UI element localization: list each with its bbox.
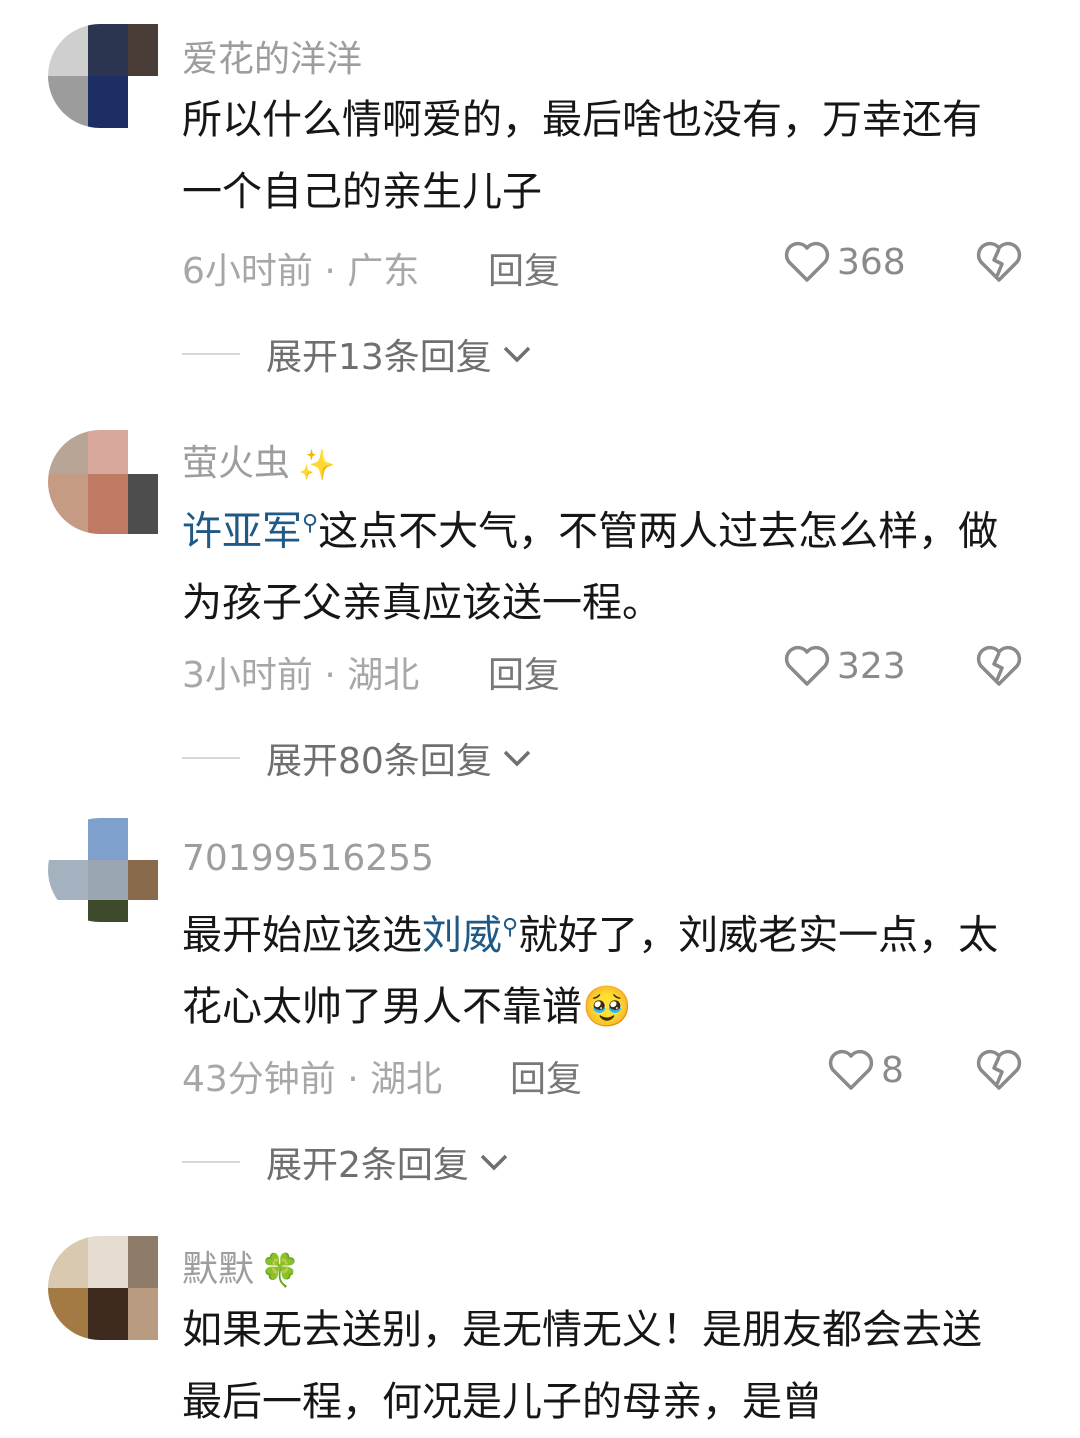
meta-separator: · (312, 251, 348, 292)
comment-time: 43分钟前 (182, 1059, 336, 1100)
username-text[interactable]: 萤火虫 (182, 443, 290, 484)
heart-outline-icon (828, 1049, 874, 1090)
like-count: 368 (837, 241, 906, 283)
broken-heart-icon (976, 645, 1022, 686)
expand-replies-button[interactable]: 展开13条回复 (182, 328, 534, 380)
avatar[interactable] (48, 24, 158, 128)
chevron-down-icon (503, 750, 531, 767)
expand-divider (182, 757, 240, 759)
comment-text-part: 如果无去送别，是无情无义！是朋友都会去送最后一程，何况是儿子的母亲，是曾 (182, 1307, 982, 1425)
avatar[interactable] (48, 1236, 158, 1340)
expand-divider (182, 1161, 240, 1163)
search-small-icon[interactable]: ⚲ (502, 915, 518, 940)
comment-text-part: 所以什么情啊爱的，最后啥也没有，万幸还有一个自己的亲生儿子 (182, 97, 982, 215)
comment-meta: 43分钟前 · 湖北 (182, 1050, 442, 1102)
reply-button[interactable]: 回复 (510, 1050, 582, 1102)
meta-separator: · (335, 1059, 371, 1100)
clover-icon: 🍀 (260, 1251, 300, 1289)
expand-replies-button[interactable]: 展开80条回复 (182, 732, 534, 784)
dislike-button[interactable] (975, 1048, 1023, 1096)
username-text[interactable]: 70199516255 (182, 838, 434, 879)
like-count: 8 (881, 1049, 904, 1091)
comment-text: 如果无去送别，是无情无义！是朋友都会去送最后一程，何况是儿子的母亲，是曾 (182, 1294, 1012, 1438)
expand-replies-button[interactable]: 展开2条回复 (182, 1136, 511, 1188)
expand-replies-label[interactable]: 展开80条回复 (266, 732, 492, 784)
avatar[interactable] (48, 818, 158, 922)
expand-divider (182, 353, 240, 355)
like-button[interactable]: 368 (783, 240, 906, 284)
chevron-down-icon (503, 346, 531, 363)
chevron-down-icon (480, 1154, 508, 1171)
comment-time: 3小时前 (182, 655, 313, 696)
dislike-button[interactable] (975, 644, 1023, 692)
mention-link[interactable]: 刘威 (422, 912, 502, 958)
reply-button[interactable]: 回复 (488, 646, 560, 698)
heart-outline-icon (784, 645, 830, 686)
expand-replies-label[interactable]: 展开2条回复 (266, 1136, 469, 1188)
dislike-button[interactable] (975, 240, 1023, 288)
like-count: 323 (837, 645, 906, 687)
broken-heart-icon (976, 241, 1022, 282)
search-small-icon[interactable]: ⚲ (302, 511, 318, 536)
username[interactable]: 70199516255 (182, 838, 434, 879)
like-button[interactable]: 323 (783, 644, 906, 688)
comment-location: 广东 (347, 251, 420, 292)
like-button[interactable]: 8 (827, 1048, 904, 1092)
crying-face-emoji: 🥹 (582, 984, 632, 1031)
username-text[interactable]: 默默 (182, 1249, 254, 1290)
mention-link[interactable]: 许亚军 (182, 508, 302, 554)
comment-text: 最开始应该选刘威⚲就好了，刘威老实一点，太花心太帅了男人不靠谱🥹 (182, 892, 1012, 1043)
username[interactable]: 默默 🍀 (182, 1240, 300, 1292)
username[interactable]: 萤火虫 ✨ (182, 434, 335, 486)
heart-outline-icon (784, 241, 830, 282)
comment-text: 许亚军⚲这点不大气，不管两人过去怎么样，做为孩子父亲真应该送一程。 (182, 488, 1012, 639)
expand-replies-label[interactable]: 展开13条回复 (266, 328, 492, 380)
comment-text-part: 最开始应该选 (182, 912, 422, 959)
comment-text: 所以什么情啊爱的，最后啥也没有，万幸还有一个自己的亲生儿子 (182, 84, 1012, 228)
comment-meta: 6小时前 · 广东 (182, 242, 419, 294)
avatar[interactable] (48, 430, 158, 534)
reply-button[interactable]: 回复 (488, 242, 560, 294)
comment-location: 湖北 (347, 655, 420, 696)
sparkle-icon: ✨ (298, 448, 336, 483)
username[interactable]: 爱花的洋洋 (182, 30, 362, 82)
comment-meta: 3小时前 · 湖北 (182, 646, 419, 698)
broken-heart-icon (976, 1049, 1022, 1090)
comment-location: 湖北 (370, 1059, 443, 1100)
meta-separator: · (312, 655, 348, 696)
username-text[interactable]: 爱花的洋洋 (182, 39, 362, 80)
comment-time: 6小时前 (182, 251, 313, 292)
